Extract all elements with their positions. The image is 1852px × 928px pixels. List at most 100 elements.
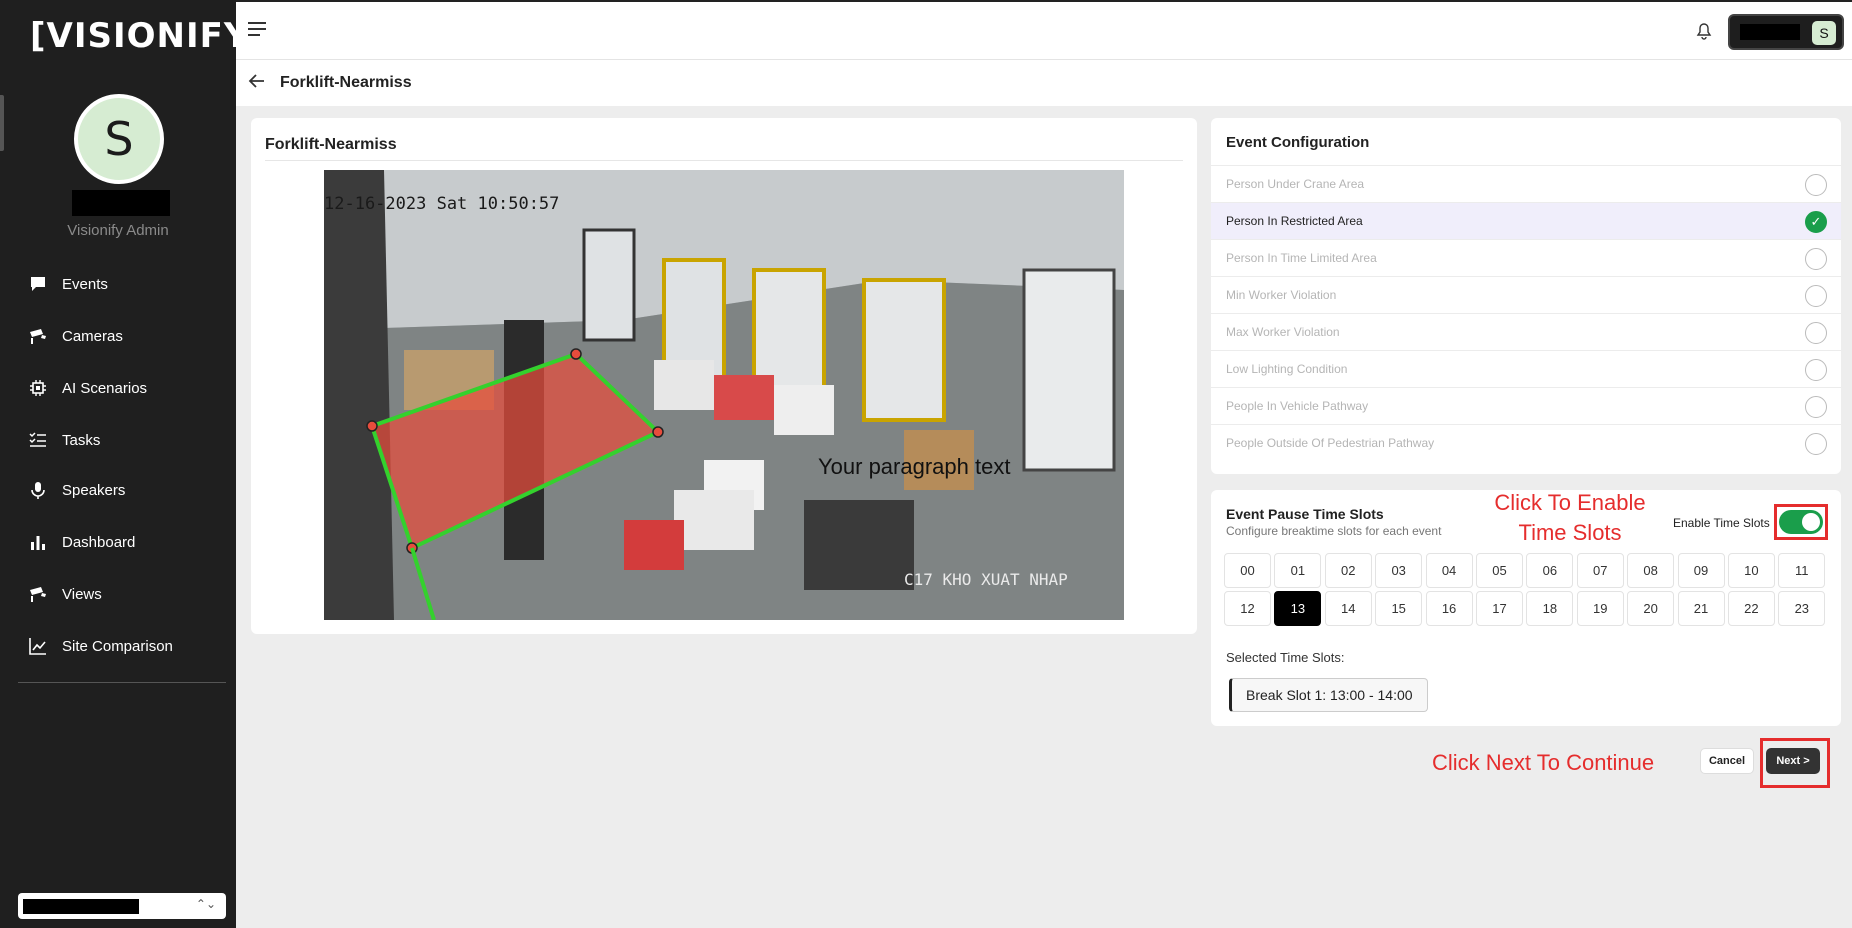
hour-slot[interactable]: 08 [1627, 553, 1675, 588]
site-name-redacted [23, 899, 139, 914]
hour-slot[interactable]: 14 [1324, 591, 1372, 626]
sidebar-item-label: AI Scenarios [62, 379, 148, 397]
event-option-person-under-crane-area[interactable]: Person Under Crane Area [1211, 165, 1841, 202]
toggle-highlight-box [1774, 504, 1828, 540]
microphone-icon [28, 480, 48, 500]
hour-slot[interactable]: 16 [1425, 591, 1473, 626]
sidebar-item-site-comparison[interactable]: Site Comparison [28, 636, 173, 656]
radio-button[interactable] [1805, 248, 1827, 270]
event-option-max-worker-violation[interactable]: Max Worker Violation [1211, 313, 1841, 350]
site-selector[interactable]: ⌃⌄ [18, 893, 226, 919]
hour-slot[interactable]: 04 [1425, 553, 1473, 588]
event-option-label: Max Worker Violation [1226, 325, 1340, 339]
bell-icon[interactable] [1696, 22, 1712, 45]
radio-button[interactable] [1805, 174, 1827, 196]
hour-slot[interactable]: 18 [1526, 591, 1574, 626]
hour-slot[interactable]: 00 [1224, 553, 1271, 588]
radio-button[interactable] [1805, 359, 1827, 381]
hour-slot-selected[interactable]: 13 [1274, 591, 1322, 626]
event-option-label: Low Lighting Condition [1226, 362, 1348, 376]
user-menu[interactable]: S [1728, 14, 1844, 50]
event-option-label: Person Under Crane Area [1226, 177, 1365, 191]
hour-slot[interactable]: 02 [1324, 553, 1372, 588]
sidebar-divider [18, 682, 226, 683]
checkmark-icon[interactable]: ✓ [1805, 211, 1827, 233]
annotation-line: Click To Enable [1494, 490, 1646, 515]
sidebar-edge-handle[interactable] [0, 95, 4, 151]
annotation-enable-time-slots: Click To Enable Time Slots [1480, 488, 1660, 548]
page-title: Forklift-Nearmiss [280, 74, 412, 91]
sidebar-item-events[interactable]: Events [28, 274, 108, 294]
page-header: Forklift-Nearmiss [236, 60, 1852, 106]
camera-location-label: C17 KHO XUAT NHAP [904, 570, 1068, 589]
sidebar-item-ai-scenarios[interactable]: AI Scenarios [28, 378, 147, 398]
hour-slot[interactable]: 22 [1727, 591, 1775, 626]
event-option-label: Min Worker Violation [1226, 288, 1337, 302]
radio-button[interactable] [1805, 396, 1827, 418]
hour-slot[interactable]: 20 [1627, 591, 1675, 626]
camera-scene [324, 170, 1124, 620]
hour-slot[interactable]: 03 [1375, 553, 1423, 588]
event-option-person-in-time-limited-area[interactable]: Person In Time Limited Area [1211, 239, 1841, 276]
radio-button[interactable] [1805, 285, 1827, 307]
event-option-people-outside-of-pedestrian-pathway[interactable]: People Outside Of Pedestrian Pathway [1211, 424, 1841, 461]
paragraph-overlay: Your paragraph text [818, 454, 1011, 479]
user-role: Visionify Admin [67, 222, 169, 239]
hour-slot[interactable]: 10 [1727, 553, 1775, 588]
time-slots-title: Event Pause Time Slots [1226, 506, 1384, 522]
back-arrow-icon[interactable] [248, 72, 266, 96]
sidebar-item-tasks[interactable]: Tasks [28, 430, 100, 450]
sidebar-item-label: Dashboard [62, 533, 136, 551]
user-name-redacted [1740, 24, 1800, 40]
hour-slot[interactable]: 09 [1677, 553, 1725, 588]
hour-slot[interactable]: 23 [1778, 591, 1826, 626]
time-slots-subtitle: Configure breaktime slots for each event [1226, 524, 1442, 538]
hour-slot[interactable]: 19 [1576, 591, 1624, 626]
chevron-updown-icon: ⌃⌄ [195, 897, 216, 911]
radio-button[interactable] [1805, 322, 1827, 344]
hour-slot[interactable]: 11 [1778, 553, 1826, 588]
hour-slot-grid: 00 01 02 03 04 05 06 07 08 09 10 11 12 1… [1224, 553, 1826, 626]
hour-slot[interactable]: 12 [1224, 591, 1271, 626]
hour-slot[interactable]: 21 [1677, 591, 1725, 626]
sidebar: [VISIONIFY] S Visionify Admin Events Cam… [0, 0, 265, 928]
hour-slot[interactable]: 15 [1375, 591, 1423, 626]
event-option-person-in-restricted-area[interactable]: Person In Restricted Area ✓ [1211, 202, 1841, 239]
sidebar-item-dashboard[interactable]: Dashboard [28, 532, 135, 552]
sidebar-item-cameras[interactable]: Cameras [28, 326, 123, 346]
hour-slot[interactable]: 05 [1475, 553, 1523, 588]
event-configuration-title: Event Configuration [1226, 134, 1370, 151]
user-avatar: S [74, 94, 164, 184]
app-logo: [VISIONIFY] [30, 16, 267, 56]
hour-slot[interactable]: 07 [1576, 553, 1624, 588]
annotation-click-next: Click Next To Continue [1432, 750, 1655, 775]
break-slot-chip[interactable]: Break Slot 1: 13:00 - 14:00 [1229, 678, 1428, 712]
event-option-low-lighting-condition[interactable]: Low Lighting Condition [1211, 350, 1841, 387]
event-configuration-card: Event Configuration Person Under Crane A… [1211, 118, 1841, 474]
cctv-camera-icon [28, 326, 48, 346]
hour-slot[interactable]: 01 [1274, 553, 1322, 588]
task-list-icon [28, 430, 48, 450]
event-option-min-worker-violation[interactable]: Min Worker Violation [1211, 276, 1841, 313]
event-option-people-in-vehicle-pathway[interactable]: People In Vehicle Pathway [1211, 387, 1841, 424]
camera-card: Forklift-Nearmiss 12-16-2023 Sat 10:50:5… [251, 118, 1197, 634]
event-list: Person Under Crane Area Person In Restri… [1211, 165, 1841, 461]
sidebar-item-label: Tasks [62, 431, 101, 449]
chip-icon [28, 378, 48, 398]
hour-slot[interactable]: 17 [1475, 591, 1523, 626]
sidebar-item-speakers[interactable]: Speakers [28, 480, 125, 500]
sidebar-item-label: Events [62, 275, 108, 293]
enable-time-slots-label: Enable Time Slots [1673, 516, 1770, 530]
sidebar-item-views[interactable]: Views [28, 584, 102, 604]
event-option-label: Person In Restricted Area [1226, 214, 1363, 228]
event-option-label: People Outside Of Pedestrian Pathway [1226, 436, 1435, 450]
camera-feed[interactable]: 12-16-2023 Sat 10:50:57 Your paragraph t… [324, 170, 1124, 620]
radio-button[interactable] [1805, 433, 1827, 455]
menu-icon[interactable] [248, 22, 266, 40]
bar-chart-icon [28, 532, 48, 552]
cancel-button[interactable]: Cancel [1700, 748, 1754, 774]
avatar: S [1812, 21, 1836, 45]
camera-card-title: Forklift-Nearmiss [265, 136, 397, 153]
selected-time-slots-label: Selected Time Slots: [1226, 650, 1345, 665]
hour-slot[interactable]: 06 [1526, 553, 1574, 588]
